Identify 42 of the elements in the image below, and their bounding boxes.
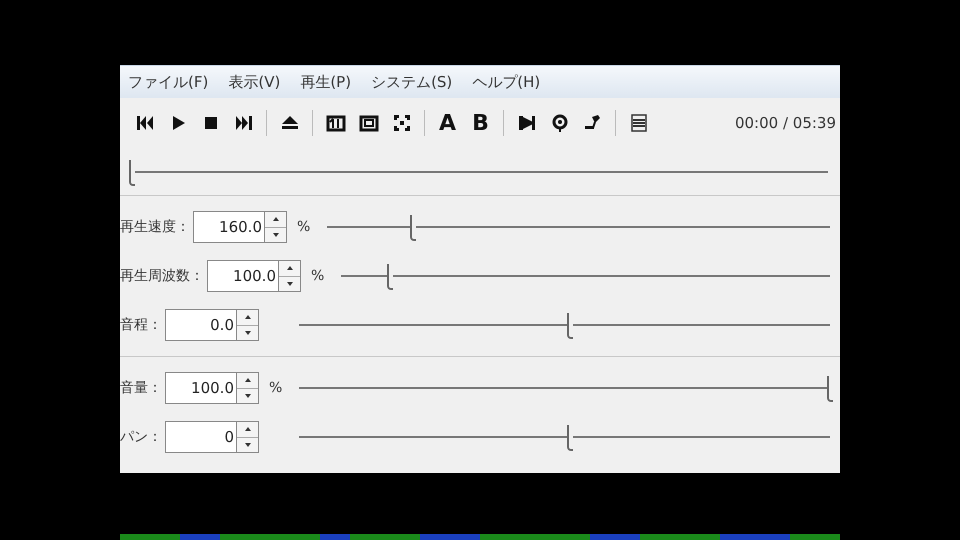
up-arrow-icon	[286, 266, 292, 270]
up-arrow-icon	[272, 217, 278, 222]
location-pin-icon[interactable]	[550, 113, 570, 133]
down-arrow-icon	[244, 442, 250, 447]
down-arrow-icon	[272, 232, 278, 237]
field-label: 音程：	[120, 316, 162, 334]
down-arrow-icon	[244, 330, 250, 335]
menu-item[interactable]: ファイル(F)	[128, 70, 208, 94]
spin-button[interactable]	[265, 211, 287, 243]
menu-item[interactable]: システム(S)	[371, 70, 452, 94]
down-arrow-icon	[244, 394, 250, 398]
unit-label: %	[268, 378, 284, 398]
field-label: 再生周波数：	[120, 266, 204, 286]
field-label: 再生速度：	[120, 218, 190, 236]
number-field[interactable]: 0.0	[165, 309, 237, 341]
field-label: 音量：	[120, 378, 162, 398]
menu-item[interactable]: 表示(V)	[228, 70, 280, 94]
spin-button[interactable]	[237, 309, 259, 341]
spin-button[interactable]	[237, 372, 259, 404]
number-field[interactable]: 100.0	[207, 260, 279, 292]
number-field[interactable]: 100.0	[165, 372, 237, 404]
number-field[interactable]: 160.0	[193, 211, 265, 243]
list-icon[interactable]	[628, 113, 648, 133]
field-label: パン：	[120, 428, 162, 446]
down-arrow-icon	[286, 282, 292, 286]
up-arrow-icon	[244, 427, 250, 432]
spin-button[interactable]	[279, 260, 301, 292]
loop-point-button[interactable]: B	[464, 106, 497, 140]
unit-label: %	[296, 218, 312, 236]
flag-frame-icon[interactable]	[516, 113, 536, 133]
up-arrow-icon	[244, 315, 250, 320]
time-display: 00:00 / 05:39	[734, 112, 836, 134]
previous-icon[interactable]	[134, 113, 154, 133]
menu-item[interactable]: ヘルプ(H)	[472, 70, 540, 94]
corners-icon[interactable]	[392, 113, 412, 133]
up-arrow-icon	[244, 378, 250, 382]
menu-item[interactable]: 再生(P)	[300, 70, 352, 94]
spin-button[interactable]	[237, 421, 259, 453]
number-field[interactable]: 0	[165, 421, 237, 453]
loop-point-button[interactable]: A	[431, 106, 464, 140]
unit-label: %	[310, 266, 326, 286]
next-icon[interactable]	[234, 113, 254, 133]
